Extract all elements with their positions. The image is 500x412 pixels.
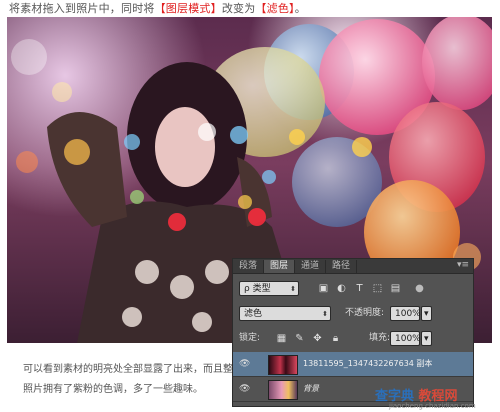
balloon-pink-right bbox=[422, 17, 492, 110]
type-filter-icon[interactable]: T bbox=[353, 282, 366, 295]
lock-position-icon[interactable]: ✥ bbox=[311, 332, 324, 345]
tab-layers[interactable]: 图层 bbox=[264, 260, 296, 273]
lock-all-icon[interactable]: 🔒︎ bbox=[329, 332, 342, 345]
adjustment-filter-icon[interactable]: ◐ bbox=[335, 282, 348, 295]
tab-channels[interactable]: 通道 bbox=[295, 260, 327, 273]
chevron-down-icon: ⬍ bbox=[290, 285, 296, 293]
panel-menu-icon[interactable]: ▾≡ bbox=[457, 260, 469, 270]
girl-arm-left bbox=[47, 112, 127, 227]
intro-highlight-layer-mode: 【图层模式】 bbox=[154, 2, 222, 15]
pixel-filter-icon[interactable]: ▣ bbox=[317, 282, 330, 295]
filter-row: ρ 类型 ⬍ ▣ ◐ T ⬚ ▤ ● bbox=[233, 279, 473, 299]
fill-dropdown-button[interactable]: ▾ bbox=[421, 331, 432, 346]
girl-face bbox=[155, 107, 215, 187]
opacity-value: 100% bbox=[395, 309, 421, 319]
site-watermark: 查字典 教程网 jiaocheng.chazidian.com bbox=[375, 385, 498, 412]
lock-row: 锁定: ▦ ✎ ✥ 🔒︎ 填充: 100% ▾ bbox=[233, 329, 473, 349]
fill-value: 100% bbox=[395, 334, 421, 344]
watermark-url: jiaocheng.chazidian.com bbox=[389, 402, 476, 410]
layer-name: 13811595_1347432267634 副本 bbox=[303, 359, 433, 368]
smart-object-filter-icon[interactable]: ▤ bbox=[389, 282, 402, 295]
fill-label: 填充: bbox=[369, 333, 391, 343]
intro-text-end: 。 bbox=[294, 2, 306, 15]
chevron-down-icon: ▾ bbox=[424, 309, 429, 319]
filter-toggle-icon[interactable]: ● bbox=[413, 282, 426, 295]
opacity-label: 不透明度: bbox=[345, 308, 385, 318]
panel-tabs: 段落 图层 通道 路径 ▾≡ bbox=[233, 259, 473, 274]
intro-text-before: 将素材拖入到照片中，同时将 bbox=[9, 2, 155, 15]
blend-mode-value: 滤色 bbox=[244, 309, 263, 319]
lock-label: 锁定: bbox=[239, 333, 261, 343]
blend-row: 滤色 ⬍ 不透明度: 100% ▾ bbox=[233, 304, 473, 324]
fill-input[interactable]: 100% bbox=[390, 331, 421, 346]
intro-highlight-screen: 【滤色】 bbox=[255, 2, 295, 15]
eye-icon[interactable]: 👁︎ bbox=[239, 383, 251, 395]
layer-row-copy[interactable]: 👁︎ 13811595_1347432267634 副本 bbox=[233, 352, 473, 377]
intro-text-middle: 改变为 bbox=[221, 2, 256, 15]
layer-thumbnail bbox=[268, 355, 298, 375]
eye-icon[interactable]: 👁︎ bbox=[239, 358, 251, 370]
opacity-dropdown-button[interactable]: ▾ bbox=[421, 306, 432, 321]
layer-name: 背景 bbox=[303, 384, 319, 393]
shape-filter-icon[interactable]: ⬚ bbox=[371, 282, 384, 295]
chevron-down-icon: ▾ bbox=[424, 334, 429, 344]
intro-text: 将素材拖入到照片中，同时将【图层模式】改变为【滤色】。 bbox=[9, 0, 306, 16]
layer-thumbnail bbox=[268, 380, 298, 400]
caption-text: 可以看到素材的明亮处全部显露了出来，而且整个照片拥有了紫粉的色调，多了一些趣味。 bbox=[23, 364, 243, 395]
lock-image-icon[interactable]: ✎ bbox=[293, 332, 306, 345]
chevron-down-icon: ⬍ bbox=[322, 310, 328, 318]
filter-type-select[interactable]: ρ 类型 ⬍ bbox=[239, 281, 299, 296]
tab-paragraph[interactable]: 段落 bbox=[233, 260, 265, 273]
tab-paths[interactable]: 路径 bbox=[326, 260, 358, 273]
lock-transparent-icon[interactable]: ▦ bbox=[275, 332, 288, 345]
filter-type-label: ρ 类型 bbox=[244, 284, 271, 294]
blend-mode-select[interactable]: 滤色 ⬍ bbox=[239, 306, 331, 321]
opacity-input[interactable]: 100% bbox=[390, 306, 421, 321]
